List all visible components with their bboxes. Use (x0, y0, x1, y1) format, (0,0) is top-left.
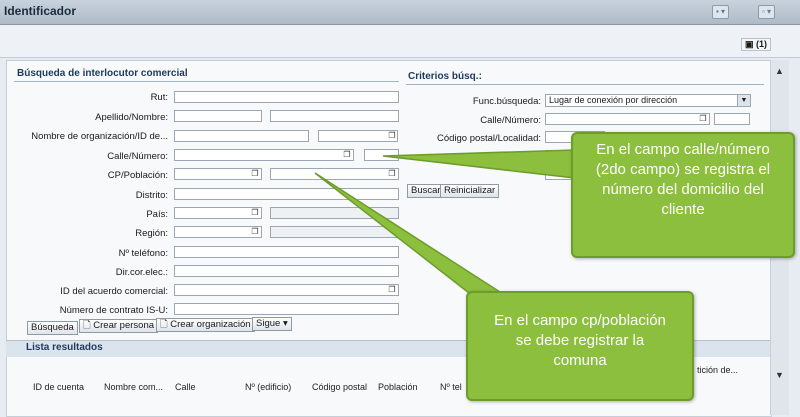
city-callout-pointer (314, 172, 502, 301)
street-callout-pointer (382, 149, 576, 179)
street-note-callout: En el campo calle/número (2do campo) se … (571, 132, 795, 258)
city-note-callout: En el campo cp/población se debe registr… (466, 291, 694, 401)
